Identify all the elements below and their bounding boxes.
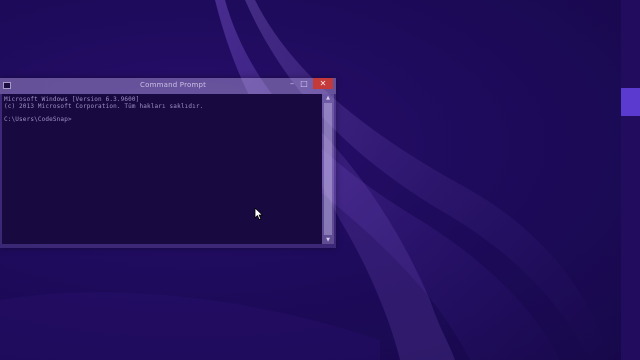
console-scroll-thumb[interactable] — [324, 103, 332, 235]
command-prompt-window[interactable]: Command Prompt – □ ✕ Microsoft Windows [… — [0, 78, 336, 248]
scroll-down-arrow-icon[interactable]: ▼ — [322, 236, 334, 244]
console-app-icon[interactable] — [3, 82, 11, 89]
window-titlebar[interactable]: Command Prompt – □ ✕ — [0, 78, 336, 94]
scroll-up-arrow-icon[interactable]: ▲ — [322, 94, 334, 102]
right-edge-scrollbar-thumb[interactable] — [621, 88, 640, 116]
maximize-button[interactable]: □ — [298, 78, 310, 89]
right-edge-scrollbar-track — [621, 0, 640, 360]
window-title: Command Prompt — [140, 81, 207, 89]
console-text-area[interactable]: Microsoft Windows [Version 6.3.9600] (c)… — [2, 94, 322, 244]
desktop-background: Command Prompt – □ ✕ Microsoft Windows [… — [0, 0, 640, 360]
minimize-button[interactable]: – — [286, 78, 298, 89]
mouse-pointer-icon — [254, 207, 263, 220]
close-button[interactable]: ✕ — [313, 78, 333, 89]
console-prompt-line[interactable]: C:\Users\CodeSnap> — [4, 116, 72, 123]
console-copyright-line: (c) 2013 Microsoft Corporation. Tüm hakl… — [4, 103, 204, 110]
console-scrollbar[interactable]: ▲ ▼ — [322, 94, 334, 244]
console-version-line: Microsoft Windows [Version 6.3.9600] — [4, 96, 140, 103]
